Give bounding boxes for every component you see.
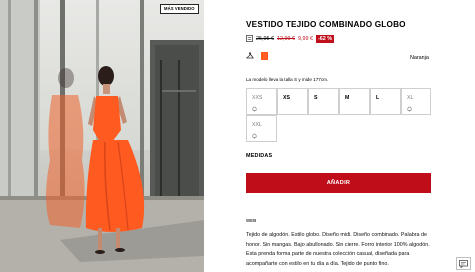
product-description: Tejido de algodón. Estilo globo. Diseño … (246, 232, 430, 267)
add-to-cart-button[interactable]: AÑADIR (246, 173, 431, 193)
size-option-s[interactable]: S (308, 88, 339, 115)
size-label: XS (283, 95, 290, 101)
chat-icon (459, 259, 468, 268)
size-option-m[interactable]: M (339, 88, 370, 115)
original-price: 25,95 € (256, 35, 274, 42)
size-option-xl[interactable]: XL (401, 88, 431, 115)
color-swatch-naranja[interactable] (261, 52, 268, 60)
previous-price: 12,99 € (277, 35, 295, 42)
size-label: XL (407, 95, 414, 101)
notify-bell-icon (252, 133, 257, 139)
notify-bell-icon (252, 106, 257, 112)
discount-badge: -62 % (316, 34, 335, 43)
size-grid: XXS XS S M L XL XXL (246, 88, 431, 142)
size-label: XXL (252, 122, 262, 128)
size-label: M (345, 95, 350, 101)
size-option-l[interactable]: L (370, 88, 401, 115)
product-photo[interactable]: MÁS VENDIDO (0, 0, 204, 272)
hanger-icon (246, 52, 254, 59)
size-option-xxs[interactable]: XXS (246, 88, 277, 115)
price-history-icon[interactable] (246, 35, 253, 42)
bestseller-badge: MÁS VENDIDO (160, 4, 199, 14)
product-title: VESTIDO TEJIDO COMBINADO GLOBO (246, 20, 406, 29)
size-label: L (376, 95, 380, 101)
chat-button[interactable] (456, 257, 471, 270)
size-label: S (314, 95, 318, 101)
current-price: 9,99 € (298, 35, 313, 42)
size-option-xxl[interactable]: XXL (246, 115, 277, 142)
price-row: 25,95 € 12,99 € 9,99 € -62 % (246, 34, 335, 43)
measurements-link[interactable]: MEDIDAS (246, 153, 272, 159)
size-label: XXS (252, 95, 263, 101)
photo-scene (0, 0, 204, 272)
notify-bell-icon (407, 106, 412, 112)
selected-color-name: Naranja (410, 55, 429, 61)
section-tag: WEB (246, 218, 257, 223)
size-option-xs[interactable]: XS (277, 88, 308, 115)
model-size-info: La modelo lleva la talla S y mide 177cm. (246, 77, 329, 82)
color-selector (246, 52, 268, 60)
